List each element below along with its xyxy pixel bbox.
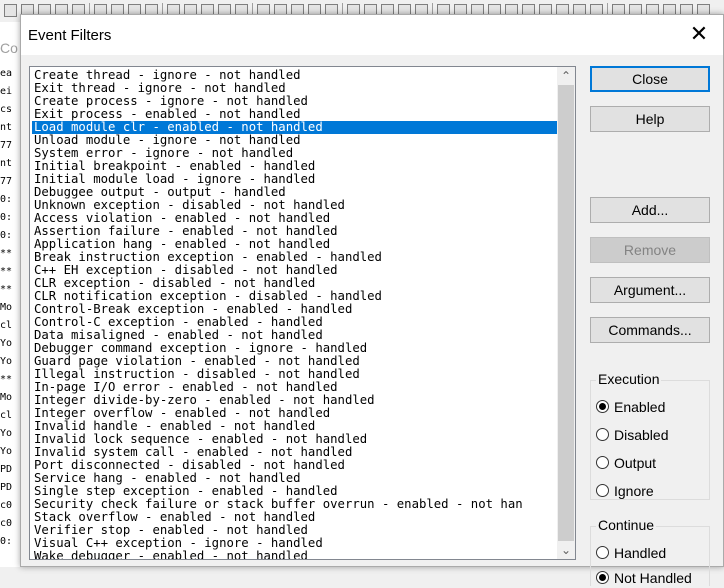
remove-button: Remove [590,237,710,263]
background-text-line: 0: [0,230,13,241]
radio-button-icon[interactable] [596,571,609,584]
background-text-line: nt [0,158,13,169]
argument-button[interactable]: Argument... [590,277,710,303]
close-icon[interactable]: ✕ [685,21,713,49]
scroll-down-icon[interactable]: ⌄ [557,541,575,559]
event-list-scrollbar[interactable]: ⌃ ⌄ [557,67,575,559]
background-text-line: nt [0,122,13,133]
background-text-line: PD [0,482,13,493]
background-text-line: ** [0,248,13,259]
background-text-line: 77 [0,140,13,151]
background-text-line: c0 [0,518,13,529]
radio-button-icon[interactable] [596,400,609,413]
background-text-line: Yo [0,338,13,349]
background-text-line: cl [0,320,13,331]
execution-radio-ignore[interactable]: Ignore [596,483,706,501]
radio-button-icon[interactable] [596,428,609,441]
background-text-line: Yo [0,428,13,439]
continue-radio-handled[interactable]: Handled [596,545,706,563]
title-bar: Event Filters ✕ [21,15,723,55]
background-text-line: Yo [0,356,13,367]
background-text-line: PD [0,464,13,475]
execution-label: Execution [596,371,662,387]
continue-group: Continue Handled Not Handled [590,517,710,588]
radio-label: Enabled [614,399,666,415]
continue-label: Continue [596,517,657,533]
event-list-items: Create thread - ignore - not handled Exit… [32,69,557,559]
background-text-line: ** [0,374,13,385]
background-text-line: 0: [0,536,13,547]
background-text-line: cl [0,410,13,421]
event-filters-dialog: Event Filters ✕ Create thread - ignore -… [20,14,724,586]
toolbar-icon[interactable] [4,4,17,17]
radio-label: Handled [614,545,667,561]
background-text-line: ** [0,284,13,295]
dialog-title: Event Filters [28,27,112,44]
execution-radio-disabled[interactable]: Disabled [596,427,706,445]
scrollbar-thumb[interactable] [558,85,574,541]
radio-label: Disabled [614,427,669,443]
radio-button-icon[interactable] [596,456,609,469]
help-button[interactable]: Help [590,106,710,132]
execution-radio-output[interactable]: Output [596,455,706,473]
radio-label: Not Handled [614,570,692,586]
background-label: Co [0,40,18,56]
close-button[interactable]: Close [590,66,710,92]
background-text-line: ea [0,68,13,79]
add-button[interactable]: Add... [590,197,710,223]
radio-button-icon[interactable] [596,484,609,497]
execution-group: Execution Enabled Disabled Output Ignore [590,371,710,501]
background-text-line: 77 [0,176,13,187]
commands-button[interactable]: Commands... [590,317,710,343]
background-text-line: 0: [0,194,13,205]
background-text-line: Mo [0,302,13,313]
event-list[interactable]: Create thread - ignore - not handled Exit… [29,66,576,560]
background-text-line: ** [0,266,13,277]
background-text-line: c0 [0,500,13,511]
background-text-line: 0: [0,212,13,223]
continue-radio-not-handled[interactable]: Not Handled [596,570,706,588]
background-text-line: cs [0,104,13,115]
event-list-item[interactable]: Wake debugger - enabled - not handled [32,550,557,560]
background-text-line: Yo [0,446,13,457]
background-text-line: Mo [0,392,13,403]
radio-label: Output [614,455,657,471]
radio-button-icon[interactable] [596,546,609,559]
scroll-up-icon[interactable]: ⌃ [557,67,575,85]
execution-radio-enabled[interactable]: Enabled [596,399,706,417]
background-text-line: ei [0,86,13,97]
radio-label: Ignore [614,483,654,499]
background-command-window: ea ei cs nt 77 nt 77 0: 0: 0: ** ** ** Mo cl Yo Yo ** Mo cl… [0,22,20,567]
